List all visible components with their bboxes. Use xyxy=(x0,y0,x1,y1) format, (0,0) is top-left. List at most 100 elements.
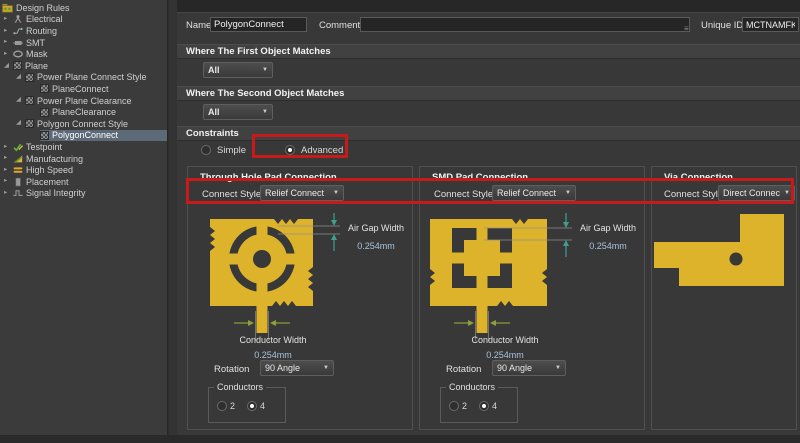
chevron-down-icon: ▼ xyxy=(262,67,268,73)
simple-radio[interactable] xyxy=(201,145,211,155)
sidebar-item-label: Design Rules xyxy=(16,3,70,13)
air-gap-width-value: 0.254mm xyxy=(340,241,412,251)
via-connection-section: Via Connection Connect Style Direct Conn… xyxy=(651,166,797,430)
rule-icon xyxy=(40,131,49,140)
sidebar-item-power-plane-connect-style[interactable]: ◢ Power Plane Connect Style xyxy=(0,72,167,84)
rule-type-icon xyxy=(25,96,34,105)
constraints-header: Constraints xyxy=(177,126,800,141)
dropdown-value: Relief Connect xyxy=(265,188,324,198)
via-connect-style-dropdown[interactable]: Direct Connect ▼ xyxy=(718,185,795,201)
expand-collapsed-icon[interactable]: ▸ xyxy=(4,144,13,151)
expand-expanded-icon[interactable]: ◢ xyxy=(16,74,25,81)
bottom-strip xyxy=(0,435,800,443)
sidebar-item-electrical[interactable]: ▸ Electrical xyxy=(0,14,167,26)
air-gap-width-label: Air Gap Width xyxy=(340,223,412,233)
expand-collapsed-icon[interactable]: ▸ xyxy=(4,28,13,35)
sidebar-item-routing[interactable]: ▸ Routing xyxy=(0,25,167,37)
conductors-2-radio[interactable] xyxy=(217,401,227,411)
rule-type-icon xyxy=(25,119,34,128)
rotation-label: Rotation xyxy=(446,362,481,377)
expand-collapsed-icon[interactable]: ▸ xyxy=(4,51,13,58)
panel-top-strip xyxy=(177,0,800,13)
conductors-4-label: 4 xyxy=(260,401,265,411)
chevron-down-icon: ▼ xyxy=(555,365,561,371)
sidebar-item-polygonconnect-selected[interactable]: PolygonConnect xyxy=(0,130,167,142)
comment-input[interactable] xyxy=(360,17,690,32)
connect-style-label: Connect Style xyxy=(202,189,261,200)
expand-collapsed-icon[interactable]: ▸ xyxy=(4,155,13,162)
chevron-down-icon: ▼ xyxy=(333,190,339,196)
conductors-4-radio[interactable] xyxy=(247,401,257,411)
via-hole xyxy=(730,253,743,266)
sidebar-item-label: Signal Integrity xyxy=(26,188,86,198)
sidebar-item-label: Mask xyxy=(26,49,48,59)
advanced-radio[interactable] xyxy=(285,145,295,155)
expand-collapsed-icon[interactable]: ▸ xyxy=(4,178,13,185)
sidebar-item-design-rules[interactable]: Design Rules xyxy=(0,2,167,14)
sidebar-item-signal-integrity[interactable]: ▸ Signal Integrity xyxy=(0,188,167,200)
air-gap-width-label: Air Gap Width xyxy=(572,223,644,233)
conductors-label: Conductors xyxy=(214,382,266,392)
sidebar-item-label: PlaneConnect xyxy=(52,84,109,94)
sidebar-item-plane[interactable]: ◢ Plane xyxy=(0,60,167,72)
conductors-4-radio[interactable] xyxy=(479,401,489,411)
first-object-scope-dropdown[interactable]: All ▼ xyxy=(203,62,273,78)
smd-pad xyxy=(464,240,500,276)
dropdown-value: All xyxy=(208,107,220,117)
rotation-label: Rotation xyxy=(214,362,249,377)
air-gap-width-value: 0.254mm xyxy=(572,241,644,251)
conductors-groupbox: Conductors 2 4 xyxy=(440,387,518,423)
expand-expanded-icon[interactable]: ◢ xyxy=(16,97,25,104)
conductors-2-label: 2 xyxy=(230,401,235,411)
section-title: Via Connection xyxy=(664,172,733,183)
electrical-icon xyxy=(13,14,23,24)
sidebar-item-planeclearance[interactable]: PlaneClearance xyxy=(0,106,167,118)
conductor-width-label: Conductor Width xyxy=(198,335,348,345)
sidebar-item-smt[interactable]: ▸ SMT xyxy=(0,37,167,49)
sidebar-item-manufacturing[interactable]: ▸ Manufacturing xyxy=(0,153,167,165)
sidebar-item-planeconnect[interactable]: PlaneConnect xyxy=(0,83,167,95)
second-object-scope-dropdown[interactable]: All ▼ xyxy=(203,104,273,120)
sidebar-item-label: Power Plane Clearance xyxy=(37,96,132,106)
chevron-down-icon: ▼ xyxy=(262,109,268,115)
expand-expanded-icon[interactable]: ◢ xyxy=(4,63,13,70)
resize-grip-icon[interactable]: ≡ xyxy=(684,24,689,33)
unique-id-label: Unique ID xyxy=(701,18,743,33)
sidebar-item-label: SMT xyxy=(26,38,45,48)
unique-id-value[interactable] xyxy=(742,17,799,32)
expand-collapsed-icon[interactable]: ▸ xyxy=(4,16,13,23)
expand-collapsed-icon[interactable]: ▸ xyxy=(4,190,13,197)
smd-connect-style-dropdown[interactable]: Relief Connect ▼ xyxy=(492,185,576,201)
sidebar-item-placement[interactable]: ▸ Placement xyxy=(0,176,167,188)
sidebar-item-polygon-connect-style[interactable]: ◢ Polygon Connect Style xyxy=(0,118,167,130)
sidebar-item-label: Electrical xyxy=(26,14,63,24)
smd-pad-diagram: Air Gap Width 0.254mm Conductor Width 0.… xyxy=(420,211,644,363)
through-hole-pad-connection-section: Through Hole Pad Connection Connect Styl… xyxy=(187,166,413,430)
sidebar-item-high-speed[interactable]: ▸ High Speed xyxy=(0,164,167,176)
pad-hole xyxy=(253,250,271,268)
chevron-down-icon: ▼ xyxy=(323,365,329,371)
sidebar-item-power-plane-clearance[interactable]: ◢ Power Plane Clearance xyxy=(0,95,167,107)
chevron-down-icon: ▼ xyxy=(784,190,790,196)
name-input[interactable] xyxy=(210,17,307,32)
manufacturing-icon xyxy=(13,154,23,164)
conductor-width-value: 0.254mm xyxy=(430,350,580,360)
expand-expanded-icon[interactable]: ◢ xyxy=(16,120,25,127)
conductors-2-radio[interactable] xyxy=(449,401,459,411)
sidebar-item-testpoint[interactable]: ▸ Testpoint xyxy=(0,141,167,153)
mask-icon xyxy=(13,49,23,59)
dropdown-value: 90 Angle xyxy=(265,363,300,373)
expand-collapsed-icon[interactable]: ▸ xyxy=(4,39,13,46)
signal-integrity-icon xyxy=(13,188,23,198)
via-direct-connect-diagram xyxy=(652,211,796,363)
sidebar-item-mask[interactable]: ▸ Mask xyxy=(0,48,167,60)
rotation-dropdown[interactable]: 90 Angle ▼ xyxy=(492,360,566,376)
routing-icon xyxy=(13,26,23,36)
dropdown-value: Direct Connect xyxy=(723,188,780,198)
through-hole-connect-style-dropdown[interactable]: Relief Connect ▼ xyxy=(260,185,344,201)
sidebar-item-label: Testpoint xyxy=(26,142,62,152)
rotation-dropdown[interactable]: 90 Angle ▼ xyxy=(260,360,334,376)
expand-collapsed-icon[interactable]: ▸ xyxy=(4,167,13,174)
polygon-connect-rule-dialog: { "sidebar": { "items": [ {"label": "Des… xyxy=(0,0,800,443)
placement-icon xyxy=(13,177,23,187)
